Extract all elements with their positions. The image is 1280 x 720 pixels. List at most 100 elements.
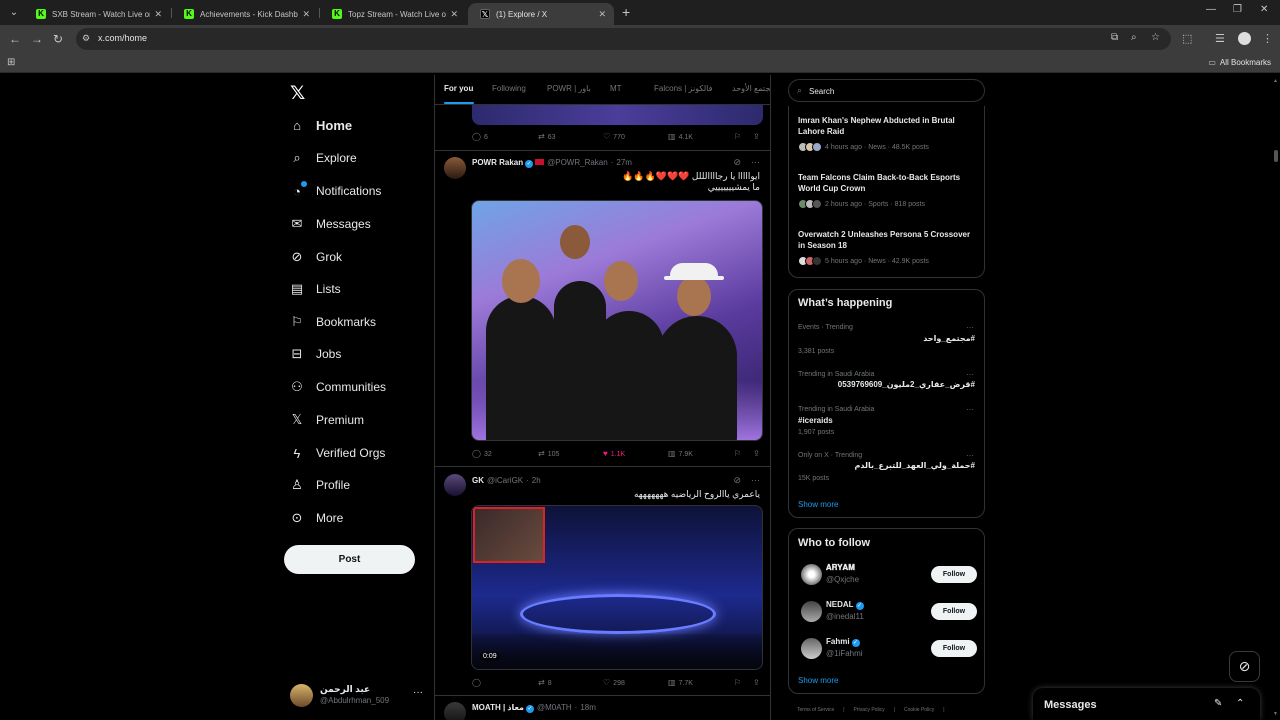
nav-profile[interactable]: ♙ Profile [290, 473, 350, 497]
tweet-video[interactable]: 0:09 [471, 505, 763, 670]
user-name[interactable]: NEDAL [826, 600, 854, 609]
terms-link[interactable]: Terms of Service [797, 707, 834, 713]
repost-button[interactable]: ⇄ 105 [538, 449, 559, 458]
avatar[interactable] [801, 638, 822, 659]
star-icon[interactable]: ☆ [1151, 32, 1160, 43]
apps-icon[interactable]: ⊞ [7, 57, 15, 68]
news-title[interactable]: Overwatch 2 Unleashes Persona 5 Crossove… [798, 229, 978, 251]
like-button[interactable]: ♥ 1.1K [603, 449, 625, 458]
repost-button[interactable]: ⇄ 63 [538, 132, 556, 141]
avatar[interactable] [444, 157, 466, 179]
forward-icon[interactable]: → [31, 32, 43, 46]
search-input[interactable]: Search [809, 87, 834, 96]
views-button[interactable]: ▥ 4.1K [668, 132, 693, 141]
more-icon[interactable]: ··· [966, 405, 974, 414]
views-button[interactable]: ▥ 7.9K [668, 449, 693, 458]
new-tab-button[interactable]: + [622, 4, 630, 20]
close-icon[interactable]: ✕ [154, 9, 162, 20]
avatar[interactable] [801, 564, 822, 585]
page-scrollbar[interactable]: ▲ ▼ [1272, 75, 1280, 720]
user-name[interactable]: Fahmi [826, 637, 850, 646]
author-name[interactable]: POWR Rakan [472, 158, 523, 167]
close-window-icon[interactable]: ✕ [1260, 4, 1268, 15]
share-button[interactable]: ⇪ [753, 132, 763, 141]
browser-tab-2[interactable]: K Achievements - Kick Dashboard ✕ [172, 3, 318, 25]
user-name[interactable]: 𝐀𝐑𝐘𝐀𝐌 [826, 563, 855, 573]
tweet-time[interactable]: 2h [532, 476, 541, 485]
trend-name[interactable]: #حملة_ولي_العهد_للتبرع_بالدم [855, 461, 975, 470]
avatar[interactable] [444, 474, 466, 496]
site-info-icon[interactable]: ⚙ [82, 33, 90, 44]
close-icon[interactable]: ✕ [450, 9, 458, 20]
reply-button[interactable]: ◯ 32 [472, 449, 492, 458]
grok-action-icon[interactable]: ⊘ ··· [733, 157, 760, 168]
tweet-time[interactable]: 18m [580, 703, 596, 712]
follow-button[interactable]: Follow [931, 603, 977, 620]
repost-button[interactable]: ⇄ 8 [538, 678, 552, 687]
close-icon[interactable]: ✕ [302, 9, 310, 20]
user-handle[interactable]: @Qxjche [826, 575, 859, 584]
avatar[interactable] [801, 601, 822, 622]
share-button[interactable]: ⇪ [753, 678, 763, 687]
address-bar[interactable]: ⚙ x.com/home ⧉ ⌕ ☆ [76, 28, 1171, 50]
nav-more[interactable]: ⊙ More [290, 506, 344, 530]
views-button[interactable]: ▥ 7.7K [668, 678, 693, 687]
grok-floating-button[interactable]: ⊘ [1229, 651, 1260, 682]
browser-tab-1[interactable]: K SXB Stream - Watch Live on Kick ✕ [24, 3, 170, 25]
nav-grok[interactable]: ⊘ Grok [290, 245, 342, 269]
close-icon[interactable]: ✕ [598, 9, 606, 20]
menu-icon[interactable]: ⋮ [1262, 32, 1273, 45]
more-icon[interactable]: ··· [966, 370, 974, 379]
browser-profile-avatar[interactable] [1238, 32, 1251, 45]
user-name-row[interactable]: Fahmi ✓ [826, 637, 860, 647]
nav-home[interactable]: ⌂ Home [290, 113, 352, 137]
expand-icon[interactable]: ⌃ [1236, 698, 1244, 709]
share-button[interactable]: ⇪ [753, 449, 763, 458]
reload-icon[interactable]: ↻ [53, 32, 63, 46]
tab-search-icon[interactable]: ⌄ [6, 5, 22, 21]
nav-bookmarks[interactable]: ⚐ Bookmarks [290, 310, 376, 334]
like-button[interactable]: ♡ 298 [603, 678, 625, 687]
tweet-media[interactable] [472, 105, 763, 125]
avatar[interactable] [444, 702, 466, 720]
follow-button[interactable]: Follow [931, 566, 977, 583]
cookie-link[interactable]: Cookie Policy [904, 707, 934, 713]
install-icon[interactable]: ⧉ [1111, 32, 1118, 43]
browser-tab-3[interactable]: K Topz Stream - Watch Live on Kick ✕ [320, 3, 466, 25]
show-more-link[interactable]: Show more [798, 500, 838, 509]
scrollbar-thumb[interactable] [1274, 150, 1278, 162]
author-name[interactable]: MOATH | معاذ [472, 703, 524, 712]
user-handle[interactable]: @inedal11 [826, 612, 864, 621]
more-icon[interactable]: ··· [966, 323, 974, 332]
author-handle[interactable]: @M0ATH [537, 703, 572, 712]
nav-premium[interactable]: 𝕏 Premium [290, 408, 364, 432]
account-switcher[interactable]: عبد الرحمن @Abdulrhman_509 ··· [290, 682, 430, 710]
x-logo-icon[interactable]: 𝕏 [290, 82, 305, 105]
search-box[interactable]: ⌕ Search [788, 79, 985, 102]
bookmark-button[interactable]: ⚐ [734, 449, 744, 458]
new-message-icon[interactable]: ✎ [1214, 698, 1222, 709]
maximize-icon[interactable]: ❐ [1233, 4, 1242, 15]
tab-for-you[interactable]: For you [444, 84, 473, 93]
post-button[interactable]: Post [284, 545, 415, 574]
media-icon[interactable]: ☰ [1215, 32, 1225, 45]
url-text[interactable]: x.com/home [98, 33, 147, 43]
show-more-link[interactable]: Show more [798, 676, 838, 685]
author-name[interactable]: GK [472, 476, 484, 485]
browser-tab-4-active[interactable]: 𝕏 (1) Explore / X ✕ [468, 3, 614, 25]
tab-powr[interactable]: POWR | باور [547, 84, 591, 93]
tab-mt[interactable]: MT [610, 84, 622, 93]
tab-community[interactable]: مجتمع الأوحد [732, 84, 770, 93]
more-icon[interactable]: ··· [966, 451, 974, 460]
author-handle[interactable]: @iCariGK [487, 476, 523, 485]
news-title[interactable]: Team Falcons Claim Back-to-Back Esports … [798, 172, 978, 194]
nav-notifications[interactable]: ◔ Notifications [290, 179, 381, 203]
reply-button[interactable]: ◯ 6 [472, 132, 488, 141]
nav-lists[interactable]: ▤ Lists [290, 277, 341, 301]
nav-jobs[interactable]: ⊟ Jobs [290, 342, 342, 366]
messages-drawer[interactable]: Messages ✎ ⌃ [1033, 688, 1260, 720]
extensions-icon[interactable]: ⬚ [1182, 32, 1192, 45]
nav-communities[interactable]: ⚇ Communities [290, 375, 386, 399]
trend-name[interactable]: #مجتمع_واحد [923, 334, 975, 343]
news-title[interactable]: Imran Khan's Nephew Abducted in Brutal L… [798, 115, 978, 137]
